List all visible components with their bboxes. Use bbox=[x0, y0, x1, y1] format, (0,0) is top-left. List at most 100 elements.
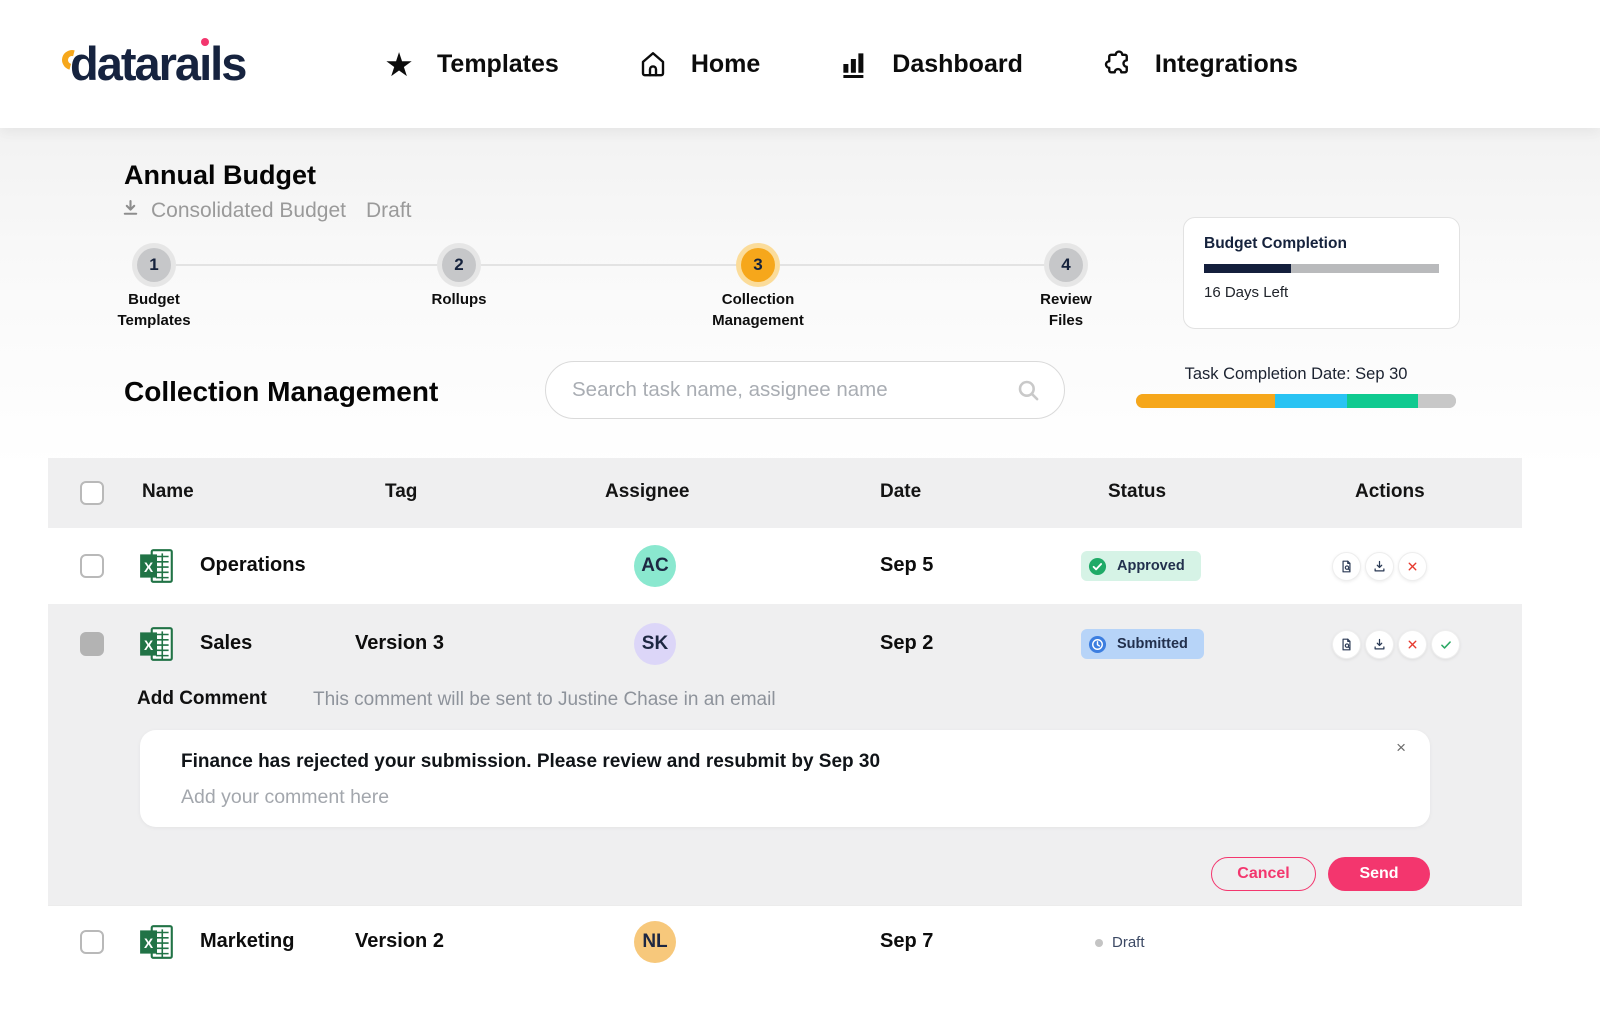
comment-message: Finance has rejected your submission. Pl… bbox=[181, 751, 880, 773]
comment-input[interactable] bbox=[181, 782, 1361, 812]
column-header-name: Name bbox=[142, 481, 194, 503]
task-bar-segment-blue bbox=[1275, 394, 1347, 408]
star-icon: ★ bbox=[383, 48, 415, 80]
logo-text-tail: ls bbox=[210, 37, 245, 90]
close-icon[interactable]: × bbox=[1396, 738, 1406, 758]
nav-label-templates: Templates bbox=[437, 50, 559, 79]
send-button[interactable]: Send bbox=[1328, 857, 1430, 891]
step-3-circle-active[interactable]: 3 bbox=[741, 248, 775, 282]
step-2-circle[interactable]: 2 bbox=[442, 248, 476, 282]
step-1-circle[interactable]: 1 bbox=[137, 248, 171, 282]
column-header-assignee: Assignee bbox=[605, 481, 689, 503]
budget-completion-title: Budget Completion bbox=[1204, 235, 1439, 253]
download-file-button[interactable] bbox=[1365, 630, 1394, 659]
task-completion-label: Task Completion Date: Sep 30 bbox=[1136, 365, 1456, 384]
task-completion-bar bbox=[1136, 394, 1456, 408]
reject-button[interactable] bbox=[1398, 552, 1427, 581]
doc-status: Draft bbox=[366, 199, 412, 223]
table-header: Name Tag Assignee Date Status Actions bbox=[48, 458, 1522, 528]
cancel-button[interactable]: Cancel bbox=[1211, 857, 1316, 891]
row-checkbox[interactable] bbox=[80, 554, 104, 578]
column-header-date: Date bbox=[880, 481, 921, 503]
task-bar-segment-orange bbox=[1136, 394, 1275, 408]
nav-item-dashboard[interactable]: Dashboard bbox=[838, 48, 1023, 80]
excel-file-icon: X bbox=[138, 625, 176, 663]
logo[interactable]: dataraıls bbox=[70, 36, 245, 91]
task-tag: Version 2 bbox=[355, 930, 444, 953]
status-badge-label: Approved bbox=[1117, 558, 1185, 574]
top-nav: dataraıls ★ Templates Home bbox=[0, 0, 1600, 128]
assignee-avatar: NL bbox=[634, 921, 676, 963]
step-2-label: Rollups bbox=[399, 289, 519, 310]
draft-status-dot bbox=[1095, 939, 1103, 947]
nav-item-templates[interactable]: ★ Templates bbox=[383, 48, 559, 80]
subtitle-text: Consolidated Budget bbox=[151, 199, 346, 223]
nav-label-integrations: Integrations bbox=[1155, 50, 1298, 79]
task-tag: Version 3 bbox=[355, 632, 444, 655]
add-comment-label: Add Comment bbox=[137, 688, 267, 710]
stepper-connector bbox=[481, 264, 737, 266]
days-left-text: 16 Days Left bbox=[1204, 284, 1439, 301]
task-date: Sep 2 bbox=[880, 632, 933, 655]
puzzle-icon bbox=[1101, 48, 1133, 80]
nav-label-dashboard: Dashboard bbox=[892, 50, 1023, 79]
table-row-marketing[interactable]: X Marketing Version 2 NL Sep 7 Draft bbox=[48, 905, 1522, 980]
task-name: Sales bbox=[200, 632, 252, 655]
logo-text-head: datara bbox=[70, 37, 199, 90]
page-title: Annual Budget bbox=[124, 160, 316, 191]
row-checkbox-selected[interactable] bbox=[80, 632, 104, 656]
assignee-avatar: SK bbox=[634, 623, 676, 665]
status-draft-label: Draft bbox=[1112, 934, 1145, 951]
reject-button[interactable] bbox=[1398, 630, 1427, 659]
task-date: Sep 7 bbox=[880, 930, 933, 953]
budget-completion-card: Budget Completion 16 Days Left bbox=[1183, 217, 1460, 329]
svg-text:X: X bbox=[144, 936, 154, 951]
approve-button[interactable] bbox=[1431, 630, 1460, 659]
status-badge-approved: Approved bbox=[1081, 551, 1201, 581]
section-title: Collection Management bbox=[124, 376, 438, 408]
tasks-table: Name Tag Assignee Date Status Actions X … bbox=[48, 458, 1522, 980]
svg-text:X: X bbox=[144, 560, 154, 575]
nav-item-integrations[interactable]: Integrations bbox=[1101, 48, 1298, 80]
app-screen: dataraıls ★ Templates Home bbox=[0, 0, 1600, 1035]
expanded-row-sales-panel: X Sales Version 3 SK Sep 2 Submitted bbox=[48, 604, 1522, 905]
download-icon[interactable] bbox=[120, 198, 141, 224]
step-4-circle[interactable]: 4 bbox=[1049, 248, 1083, 282]
task-bar-segment-green bbox=[1347, 394, 1417, 408]
logo-text: dataraıls bbox=[70, 37, 245, 90]
nav-item-home[interactable]: Home bbox=[637, 48, 760, 80]
status-badge-label: Submitted bbox=[1117, 636, 1188, 652]
budget-completion-bar bbox=[1204, 264, 1439, 273]
step-4-label: Review Files bbox=[1021, 289, 1111, 331]
table-row-sales[interactable]: X Sales Version 3 SK Sep 2 Submitted bbox=[48, 604, 1522, 684]
task-name: Operations bbox=[200, 554, 306, 577]
approved-check-icon bbox=[1088, 557, 1107, 576]
home-icon bbox=[637, 48, 669, 80]
step-3-label: Collection Management bbox=[683, 289, 833, 331]
search-box bbox=[545, 361, 1065, 419]
select-all-checkbox[interactable] bbox=[80, 481, 104, 505]
column-header-tag: Tag bbox=[385, 481, 417, 503]
column-header-actions: Actions bbox=[1355, 481, 1425, 503]
search-input[interactable] bbox=[572, 362, 1012, 417]
assignee-avatar: AC bbox=[634, 545, 676, 587]
table-row-operations[interactable]: X Operations AC Sep 5 Approved bbox=[48, 528, 1522, 604]
status-badge-submitted: Submitted bbox=[1081, 629, 1204, 659]
preview-file-button[interactable] bbox=[1332, 630, 1361, 659]
budget-completion-fill bbox=[1204, 264, 1291, 273]
search-icon[interactable] bbox=[1016, 378, 1042, 409]
excel-file-icon: X bbox=[138, 923, 176, 961]
nav-label-home: Home bbox=[691, 50, 760, 79]
row-checkbox[interactable] bbox=[80, 930, 104, 954]
comment-card: × Finance has rejected your submission. … bbox=[140, 730, 1430, 827]
task-date: Sep 5 bbox=[880, 554, 933, 577]
download-file-button[interactable] bbox=[1365, 552, 1394, 581]
add-comment-hint: This comment will be sent to Justine Cha… bbox=[313, 689, 776, 711]
submitted-clock-icon bbox=[1088, 635, 1107, 654]
svg-text:X: X bbox=[144, 638, 154, 653]
logo-letter-i: ı bbox=[199, 37, 210, 90]
stepper-connector bbox=[780, 264, 1045, 266]
preview-file-button[interactable] bbox=[1332, 552, 1361, 581]
excel-file-icon: X bbox=[138, 547, 176, 585]
task-name: Marketing bbox=[200, 930, 294, 953]
